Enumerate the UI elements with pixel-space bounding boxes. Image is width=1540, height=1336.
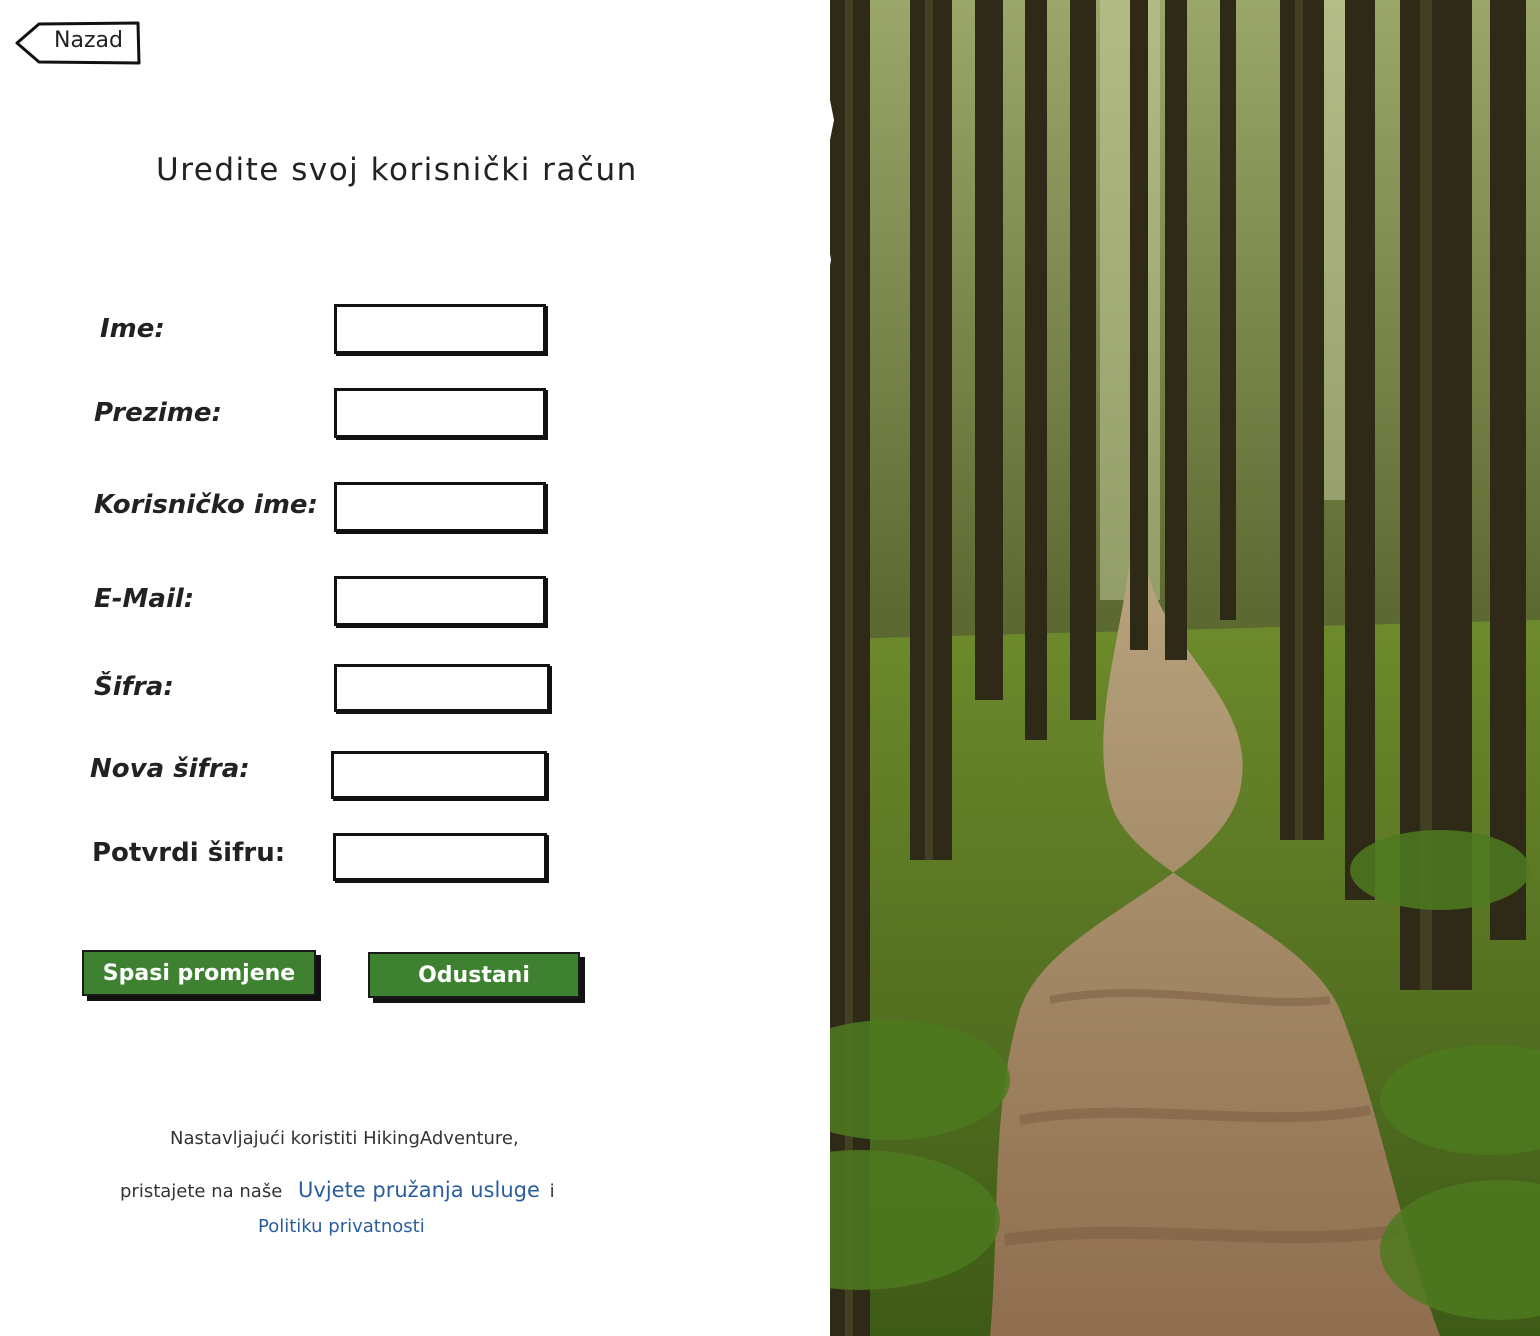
cancel-button[interactable]: Odustani: [368, 952, 580, 998]
back-button-label: Nazad: [54, 28, 123, 53]
password-label: Šifra:: [94, 672, 174, 702]
last-name-input[interactable]: [334, 388, 546, 438]
legal-notice-line2: pristajete na naše Uvjete pružanja uslug…: [120, 1178, 555, 1202]
last-name-label: Prezime:: [94, 398, 222, 428]
username-label: Korisničko ime:: [94, 490, 318, 520]
forest-path-image: [800, 0, 1540, 1336]
email-label: E-Mail:: [94, 584, 195, 614]
confirm-password-input[interactable]: [333, 833, 547, 881]
username-input[interactable]: [334, 482, 546, 532]
first-name-label: Ime:: [100, 314, 165, 344]
privacy-policy-link[interactable]: Politiku privatnosti: [258, 1216, 425, 1237]
email-input[interactable]: [334, 576, 546, 626]
legal-notice-line1: Nastavljajući koristiti HikingAdventure,: [170, 1128, 519, 1149]
new-password-label: Nova šifra:: [90, 754, 250, 784]
edit-account-panel: Nazad Uredite svoj korisnički račun Ime:…: [0, 0, 830, 1336]
password-input[interactable]: [334, 664, 550, 712]
first-name-input[interactable]: [334, 304, 546, 354]
save-changes-button[interactable]: Spasi promjene: [82, 950, 316, 996]
confirm-password-label: Potvrdi šifru:: [92, 838, 286, 868]
back-button[interactable]: Nazad: [14, 20, 142, 66]
legal-conjunction: i: [549, 1181, 555, 1202]
legal-notice-line3: Politiku privatnosti: [258, 1216, 425, 1237]
new-password-input[interactable]: [331, 751, 547, 799]
legal-notice-prefix: pristajete na naše: [120, 1181, 283, 1202]
terms-of-service-link[interactable]: Uvjete pružanja usluge: [298, 1178, 540, 1202]
page-title: Uredite svoj korisnički račun: [156, 152, 638, 188]
